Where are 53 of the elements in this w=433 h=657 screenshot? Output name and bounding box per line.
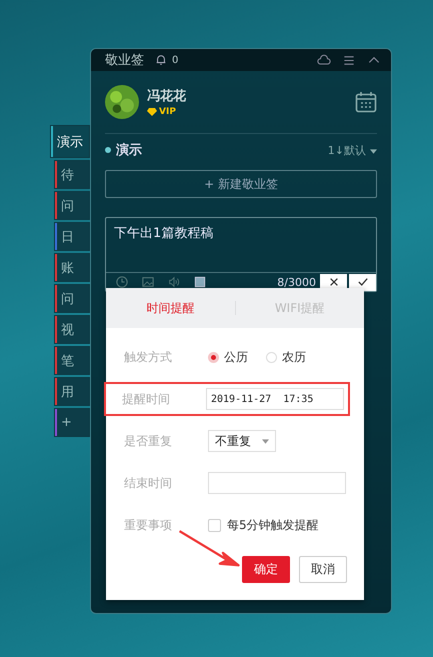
status-dot [105,147,111,153]
input-field[interactable]: 2019-11-27 17:35 [206,388,344,410]
field-label: 是否重复 [124,432,173,450]
window-title: 敬业签 [105,52,144,69]
bell-icon[interactable] [155,54,167,66]
repeat-dropdown[interactable]: 不重复 [208,430,276,452]
calendar-icon[interactable] [355,91,377,113]
notification-count: 0 [172,54,178,66]
radio-label: 公历 [224,348,248,366]
side-tab[interactable]: 演示 [50,125,90,158]
side-tab[interactable]: 待 [54,160,90,189]
field-label: 提醒时间 [122,390,171,408]
new-note-button[interactable]: + 新建敬业签 [105,170,377,198]
checkbox-label: 每5分钟触发提醒 [227,516,319,534]
input-field[interactable] [208,472,346,494]
reminder-tab[interactable]: 时间提醒 [106,298,234,318]
radio-label: 农历 [282,348,306,366]
close-icon [328,277,338,287]
user-name: 冯花花 [147,88,186,105]
menu-icon[interactable] [342,54,356,66]
field-label: 触发方式 [124,348,173,366]
field-label: 结束时间 [124,474,173,492]
sort-dropdown[interactable]: 1↓默认 [328,142,377,158]
side-tab[interactable]: + [54,408,90,437]
character-count: 8/3000 [277,276,316,288]
caret-icon [262,438,269,444]
confirm-button[interactable] [349,274,376,290]
cancel-button[interactable]: 取消 [299,556,347,583]
square-icon[interactable] [194,276,206,288]
clock-icon[interactable] [116,276,128,288]
checkbox[interactable] [208,518,221,532]
side-tab[interactable]: 问 [54,284,90,313]
category-name: 演示 [116,142,142,159]
confirm-button[interactable]: 确定 [242,556,290,583]
side-tab[interactable]: 问 [54,191,90,220]
radio-option[interactable]: 公历 [208,348,248,366]
vip-badge: VIP [147,107,186,117]
side-tab[interactable]: 日 [54,222,90,251]
side-tab[interactable]: 账 [54,253,90,282]
caret-icon [370,148,377,154]
radio-circle[interactable] [266,352,277,362]
side-tab[interactable]: 视 [54,315,90,344]
cloud-icon[interactable] [317,54,331,66]
field-label: 重要事项 [124,516,173,534]
side-tab[interactable]: 笔 [54,346,90,375]
side-tab[interactable]: 用 [54,377,90,406]
note-text: 下午出1篇教程稿 [113,225,214,243]
image-icon[interactable] [142,276,154,288]
check-icon [358,277,368,287]
radio-option[interactable]: 农历 [266,348,306,366]
speaker-icon[interactable] [168,276,180,288]
radio-circle[interactable] [208,352,219,362]
avatar-icon[interactable] [105,85,139,119]
